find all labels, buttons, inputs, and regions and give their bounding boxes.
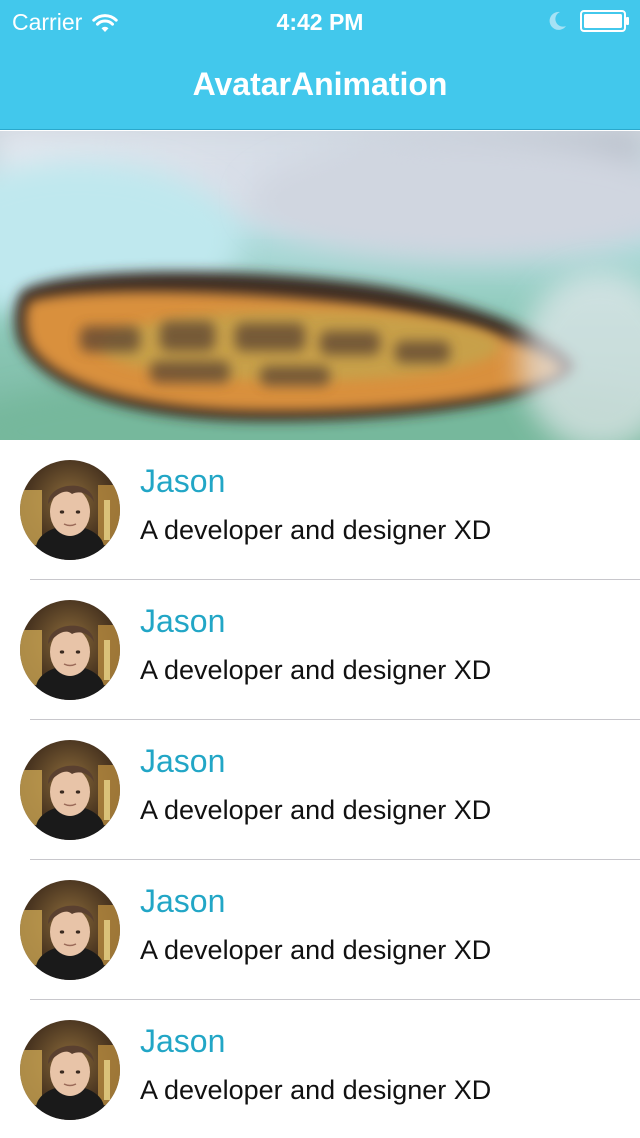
- app-screen: Carrier 4:42 PM AvatarAnimation Jason A …: [0, 0, 640, 1138]
- profile-list: Jason A developer and designer XD Jason …: [0, 440, 640, 1138]
- avatar: [20, 600, 120, 700]
- battery-icon: [580, 10, 630, 32]
- avatar: [20, 740, 120, 840]
- row-name: Jason: [140, 743, 226, 779]
- avatar: [20, 1020, 120, 1120]
- row-description: A developer and designer XD: [140, 1075, 492, 1105]
- status-right-group: [548, 10, 630, 32]
- header-photo: [0, 131, 640, 440]
- row-description: A developer and designer XD: [140, 655, 492, 685]
- list-item[interactable]: Jason A developer and designer XD: [0, 580, 640, 720]
- row-description: A developer and designer XD: [140, 515, 492, 545]
- list-item[interactable]: Jason A developer and designer XD: [0, 720, 640, 860]
- status-time: 4:42 PM: [276, 9, 364, 35]
- moon-icon: [548, 10, 568, 32]
- avatar: [20, 880, 120, 980]
- row-name: Jason: [140, 603, 226, 639]
- avatar: [20, 460, 120, 560]
- row-name: Jason: [140, 1023, 226, 1059]
- status-bar: Carrier 4:42 PM: [0, 0, 640, 42]
- top-bar: Carrier 4:42 PM AvatarAnimation: [0, 0, 640, 130]
- row-description: A developer and designer XD: [140, 795, 492, 825]
- list-item[interactable]: Jason A developer and designer XD: [0, 1000, 640, 1138]
- nav-divider: [0, 129, 640, 130]
- row-name: Jason: [140, 883, 226, 919]
- row-description: A developer and designer XD: [140, 935, 492, 965]
- nav-title: AvatarAnimation: [192, 66, 448, 102]
- list-item[interactable]: Jason A developer and designer XD: [0, 860, 640, 1000]
- list-item[interactable]: Jason A developer and designer XD: [0, 440, 640, 580]
- row-name: Jason: [140, 463, 226, 499]
- navigation-bar: AvatarAnimation: [0, 42, 640, 130]
